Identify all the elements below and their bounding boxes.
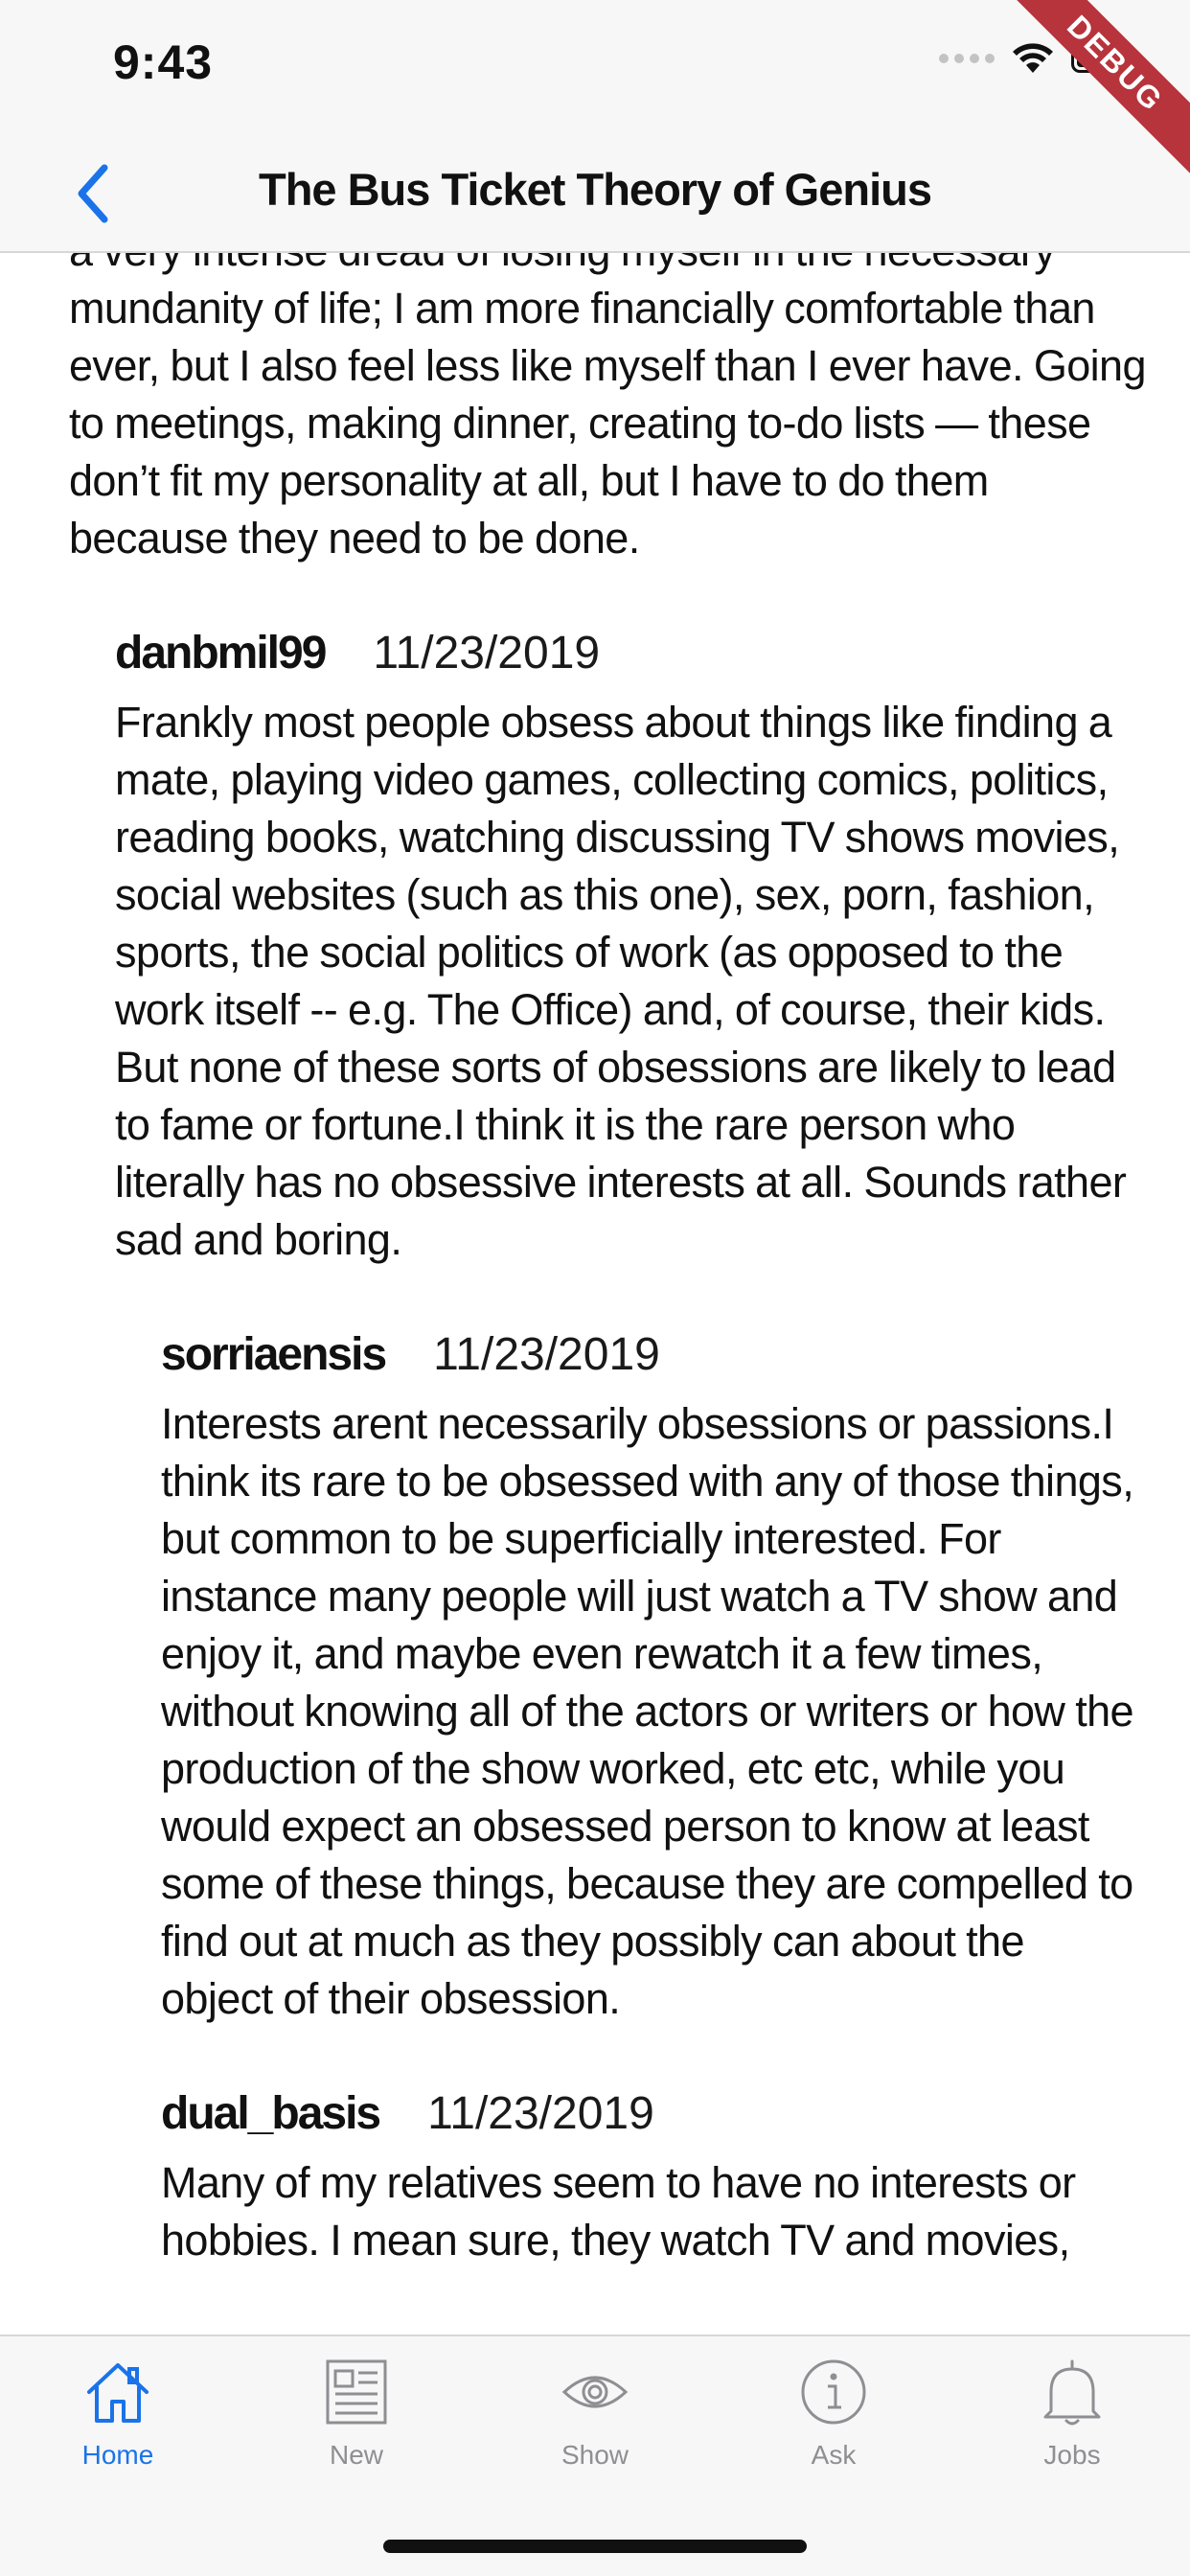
tab-ask[interactable]: Ask [743, 2336, 925, 2499]
comment: a very intense dread of losing myself in… [0, 253, 1190, 567]
comment: danbmil99 11/23/2019 Frankly most people… [0, 615, 1190, 1269]
tab-home[interactable]: Home [27, 2336, 209, 2499]
comment-list: a very intense dread of losing myself in… [0, 253, 1190, 2317]
comment-body: Interests arent necessarily obsessions o… [161, 1399, 1134, 2023]
status-time: 9:43 [113, 35, 214, 89]
comment-author[interactable]: dual_basis [161, 2076, 381, 2152]
comment-body: Many of my relatives seem to have no int… [161, 2158, 1076, 2265]
comment-header: danbmil99 11/23/2019 [115, 615, 1146, 692]
tab-new[interactable]: New [265, 2336, 447, 2499]
comment-author[interactable]: sorriaensis [161, 1317, 387, 1393]
cellular-signal-icon [939, 54, 995, 63]
bell-icon [1034, 2354, 1110, 2430]
home-indicator[interactable] [383, 2540, 807, 2553]
tab-label: Show [561, 2440, 629, 2470]
tab-label: Ask [811, 2440, 857, 2470]
page-title: The Bus Ticket Theory of Genius [259, 164, 932, 215]
comment-header: sorriaensis 11/23/2019 [161, 1317, 1146, 1393]
comment-header: dual_basis 11/23/2019 [161, 2076, 1146, 2152]
comment-author[interactable]: danbmil99 [115, 615, 327, 692]
home-icon [80, 2354, 156, 2430]
comment: sorriaensis 11/23/2019 Interests arent n… [0, 1317, 1190, 2028]
comment-thread[interactable]: a very intense dread of losing myself in… [0, 253, 1190, 2334]
comment: dual_basis 11/23/2019 Many of my relativ… [0, 2076, 1190, 2269]
eye-icon [557, 2354, 633, 2430]
chevron-left-icon [78, 164, 108, 223]
comment-date: 11/23/2019 [373, 628, 601, 678]
debug-banner-label: DEBUG [998, 0, 1190, 183]
tab-jobs[interactable]: Jobs [981, 2336, 1163, 2499]
comment-date: 11/23/2019 [433, 1329, 660, 1380]
tab-label: Jobs [1043, 2440, 1101, 2470]
tab-label: New [329, 2440, 383, 2470]
debug-banner: DEBUG [998, 0, 1190, 192]
comment-body: a very intense dread of losing myself in… [69, 253, 1147, 563]
tab-label: Home [81, 2440, 154, 2470]
tab-show[interactable]: Show [504, 2336, 686, 2499]
info-icon [795, 2354, 872, 2430]
comment-date: 11/23/2019 [427, 2088, 654, 2139]
back-button[interactable] [59, 157, 126, 230]
comment-body: Frankly most people obsess about things … [115, 698, 1127, 1264]
newspaper-icon [318, 2354, 395, 2430]
tab-bar: Home New Show Ask Jobs [0, 2334, 1190, 2576]
